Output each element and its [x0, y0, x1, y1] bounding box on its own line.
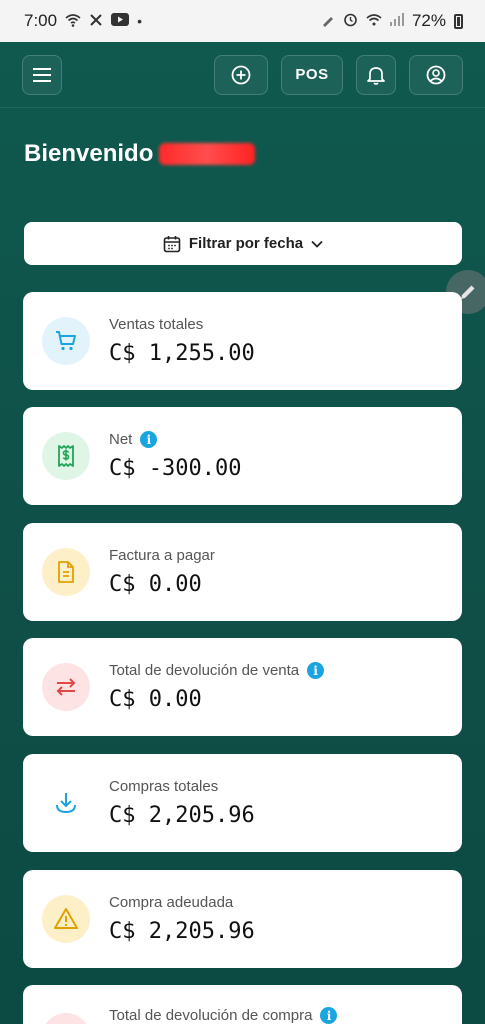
alarm-icon	[343, 12, 358, 30]
hamburger-icon	[33, 67, 51, 82]
dot-icon: •	[137, 13, 142, 29]
wifi-calling-icon	[366, 13, 382, 30]
chevron-down-icon	[311, 240, 323, 248]
status-time: 7:00	[24, 11, 58, 30]
battery-icon	[454, 13, 463, 29]
notifications-button[interactable]	[356, 54, 396, 95]
stat-card-devolucion-compra: Total de devolución de compra i	[23, 985, 462, 1024]
add-button[interactable]	[214, 54, 268, 95]
info-icon[interactable]: i	[307, 662, 325, 679]
card-value: C$ 1,255.00	[109, 341, 255, 366]
info-icon[interactable]: i	[140, 431, 158, 448]
card-value: C$ -300.00	[109, 456, 242, 481]
receipt-dollar-icon	[42, 432, 90, 480]
welcome-text: Bienvenido	[24, 140, 154, 167]
plus-circle-icon	[231, 65, 251, 84]
card-label: Total de devolución de compra	[109, 1007, 313, 1024]
card-label: Factura a pagar	[109, 547, 215, 564]
stat-card-net: Net i C$ -300.00	[23, 407, 462, 505]
card-value: C$ 0.00	[109, 687, 202, 712]
info-icon[interactable]: i	[320, 1007, 338, 1024]
card-label: Ventas totales	[109, 316, 204, 333]
filter-label: Filtrar por fecha	[188, 235, 304, 252]
pos-button[interactable]: POS	[281, 54, 343, 95]
app-header: POS	[0, 42, 485, 108]
download-icon	[42, 779, 90, 827]
warning-icon	[42, 895, 90, 943]
battery-percent: 72%	[411, 11, 446, 30]
stat-card-devolucion-venta: Total de devolución de venta i C$ 0.00	[23, 638, 462, 736]
welcome-heading: Bienvenido	[24, 140, 256, 168]
card-value: C$ 0.00	[109, 572, 202, 597]
card-label: Compras totales	[109, 778, 219, 795]
stat-card-compra-adeudada: Compra adeudada C$ 2,205.96	[23, 870, 462, 968]
invoice-icon	[42, 548, 90, 596]
card-value: C$ 2,205.96	[109, 803, 255, 828]
stat-card-compras-totales: Compras totales C$ 2,205.96	[23, 754, 462, 852]
stat-card-ventas-totales: Ventas totales C$ 1,255.00	[23, 292, 462, 390]
tools-icon	[89, 13, 103, 30]
return-icon	[42, 1013, 90, 1024]
status-bar: 7:00 • 72%	[0, 0, 485, 42]
redacted-username	[159, 143, 256, 165]
card-label: Compra adeudada	[109, 894, 234, 911]
card-value: C$ 2,205.96	[109, 919, 255, 944]
card-label: Total de devolución de venta	[109, 662, 300, 679]
menu-button[interactable]	[22, 54, 62, 95]
bell-icon	[367, 66, 385, 85]
pen-icon	[321, 13, 335, 30]
wifi-icon	[65, 13, 81, 30]
signal-icon	[389, 13, 404, 29]
stat-card-factura-a-pagar: Factura a pagar C$ 0.00	[23, 523, 462, 621]
calendar-icon	[163, 235, 181, 252]
date-filter-button[interactable]: Filtrar por fecha	[24, 222, 462, 265]
user-circle-icon	[426, 65, 446, 84]
swap-arrows-icon	[42, 663, 90, 711]
profile-button[interactable]	[409, 54, 463, 95]
youtube-icon	[111, 13, 130, 29]
card-label: Net	[109, 431, 133, 448]
cart-icon	[42, 317, 90, 365]
